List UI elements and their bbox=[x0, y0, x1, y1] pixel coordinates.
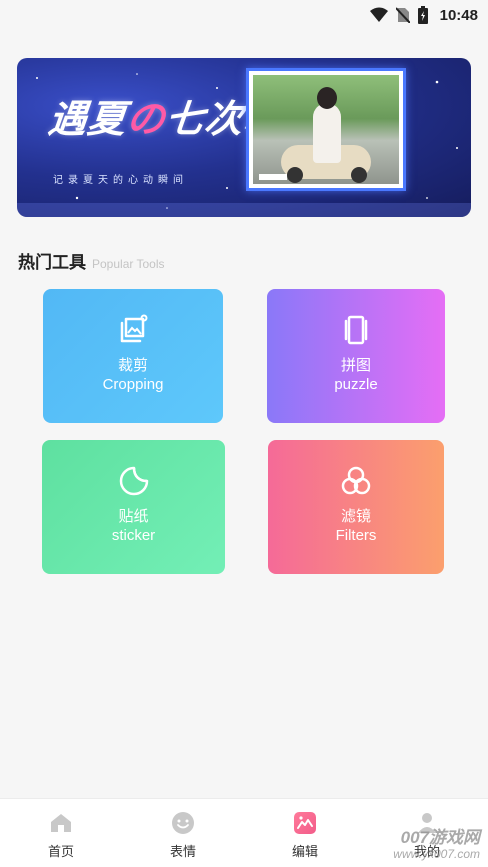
no-sim-icon bbox=[395, 7, 410, 23]
tool-label-en: Cropping bbox=[102, 376, 164, 393]
banner-subtitle: 记录夏天的心动瞬间 bbox=[53, 175, 188, 186]
section-subtitle: Popular Tools bbox=[92, 257, 165, 271]
nav-item-edit[interactable]: 编辑 bbox=[265, 811, 345, 860]
banner-photo-frame bbox=[246, 68, 406, 191]
banner-photo bbox=[253, 75, 399, 184]
wifi-icon bbox=[369, 7, 388, 23]
tool-label-cn: 裁剪 bbox=[117, 357, 148, 374]
site-watermark: 007游戏网 www.yx007.com bbox=[393, 828, 480, 861]
nav-label: 表情 bbox=[169, 844, 196, 859]
tool-card-puzzle[interactable]: 拼图 puzzle bbox=[267, 289, 445, 423]
home-icon bbox=[51, 814, 71, 832]
section-title: 热门工具 bbox=[18, 253, 86, 272]
status-bar: 10:48 bbox=[0, 0, 488, 30]
tool-label-en: Filters bbox=[335, 527, 377, 544]
tool-card-filters[interactable]: 滤镜 Filters bbox=[268, 440, 444, 574]
tool-card-sticker[interactable]: 贴纸 sticker bbox=[42, 440, 225, 574]
tool-label-cn: 拼图 bbox=[340, 357, 371, 374]
promo-banner[interactable]: 遇夏の七次心动 记录夏天的心动瞬间 bbox=[17, 58, 471, 217]
nav-label: 编辑 bbox=[291, 844, 318, 859]
section-header: 热门工具 Popular Tools bbox=[18, 248, 165, 273]
nav-item-emoji[interactable]: 表情 bbox=[143, 811, 223, 860]
nav-item-home[interactable]: 首页 bbox=[21, 811, 101, 860]
crop-icon bbox=[120, 314, 148, 343]
nav-label: 首页 bbox=[47, 844, 74, 859]
emoji-icon bbox=[172, 812, 194, 834]
status-time: 10:48 bbox=[439, 6, 478, 24]
tool-label-en: puzzle bbox=[334, 376, 378, 393]
tool-label-cn: 贴纸 bbox=[118, 508, 149, 525]
tool-label-en: sticker bbox=[111, 527, 156, 544]
battery-icon bbox=[417, 6, 428, 24]
filter-icon bbox=[341, 466, 371, 495]
sticker-icon bbox=[119, 466, 148, 496]
collage-icon bbox=[344, 315, 368, 345]
tool-card-cropping[interactable]: 裁剪 Cropping bbox=[43, 289, 223, 423]
edit-image-icon bbox=[294, 812, 316, 834]
tool-label-cn: 滤镜 bbox=[340, 508, 371, 525]
